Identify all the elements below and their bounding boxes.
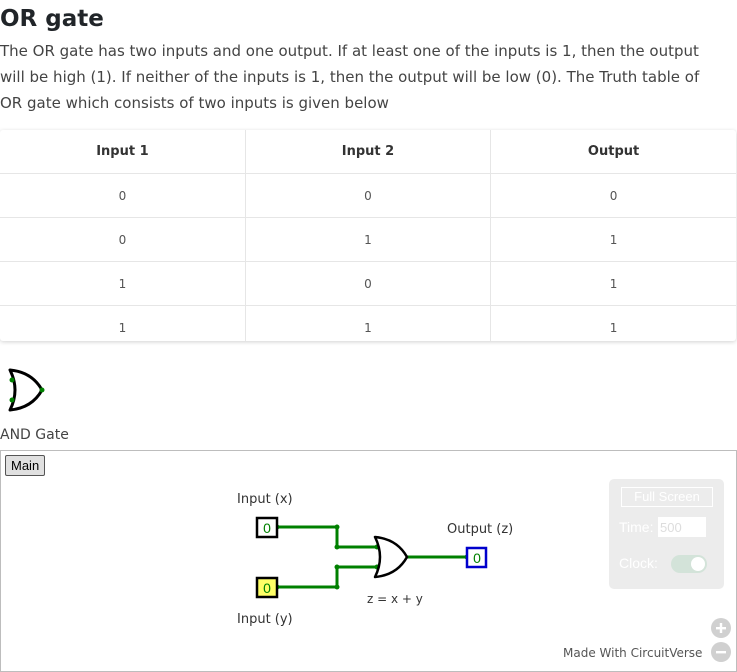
output-z-label: Output (z): [447, 522, 513, 537]
table-cell: 1: [245, 217, 492, 262]
input-x-value: 0: [263, 520, 271, 536]
or-gate-icon: [8, 368, 45, 412]
page-title: OR gate: [0, 6, 104, 32]
circuit-simulator[interactable]: 0 0 0 Input (x) Input (y) Output (z) z =…: [0, 450, 737, 672]
gate-expression: z = x + y: [367, 592, 423, 606]
zoom-out-icon[interactable]: [710, 641, 732, 663]
made-with-circuitverse: Made With CircuitVerse: [563, 646, 703, 660]
header-input-1: Input 1: [0, 130, 246, 174]
truth-table: Input 1 Input 2 Output 0 0 0 0 1 1 1 0 1: [0, 130, 736, 341]
table-cell: 0: [490, 173, 736, 218]
table-row: 0 1 1: [0, 217, 736, 262]
truth-table-header-row: Input 1 Input 2 Output: [0, 130, 736, 174]
table-row: 0 0 0: [0, 173, 736, 218]
table-cell: 1: [609, 320, 618, 335]
table-cell: 0: [0, 217, 246, 262]
intro-paragraph: The OR gate has two inputs and one outpu…: [0, 42, 700, 112]
time-input[interactable]: [658, 517, 706, 537]
table-cell: 1: [0, 305, 246, 341]
input-y-value: 0: [263, 580, 271, 596]
table-cell: 0: [0, 173, 246, 218]
input-y-label: Input (y): [237, 612, 293, 627]
table-row: 1 0 1: [0, 261, 736, 306]
fullscreen-button[interactable]: Full Screen: [621, 487, 713, 507]
circuit-wires: [277, 525, 467, 589]
table-cell: 1: [245, 305, 492, 341]
header-input-2: Input 2: [245, 130, 492, 174]
table-cell: 1: [490, 217, 736, 262]
tab-main[interactable]: Main: [5, 455, 46, 476]
table-cell: 1: [0, 261, 246, 306]
zoom-in-icon[interactable]: [710, 617, 732, 639]
clock-label: Clock:: [619, 555, 658, 571]
output-z-value: 0: [473, 550, 481, 566]
simulator-control-panel: Full Screen Time: Clock:: [609, 479, 724, 589]
gate-preview-label: AND Gate: [0, 427, 69, 443]
truth-table-container: Input 1 Input 2 Output 0 0 0 0 1 1 1 0 1: [0, 130, 736, 341]
clock-toggle[interactable]: [671, 555, 707, 573]
table-cell: 0: [245, 261, 492, 306]
table-cell: 1: [490, 261, 736, 306]
input-x-label: Input (x): [237, 492, 293, 507]
header-output: Output: [490, 130, 736, 174]
time-label: Time:: [619, 519, 654, 535]
table-cell: 0: [245, 173, 492, 218]
clock-toggle-knob: [691, 557, 705, 571]
table-row: 1 1 1: [0, 305, 736, 341]
or-gate-icon[interactable]: [373, 535, 409, 579]
